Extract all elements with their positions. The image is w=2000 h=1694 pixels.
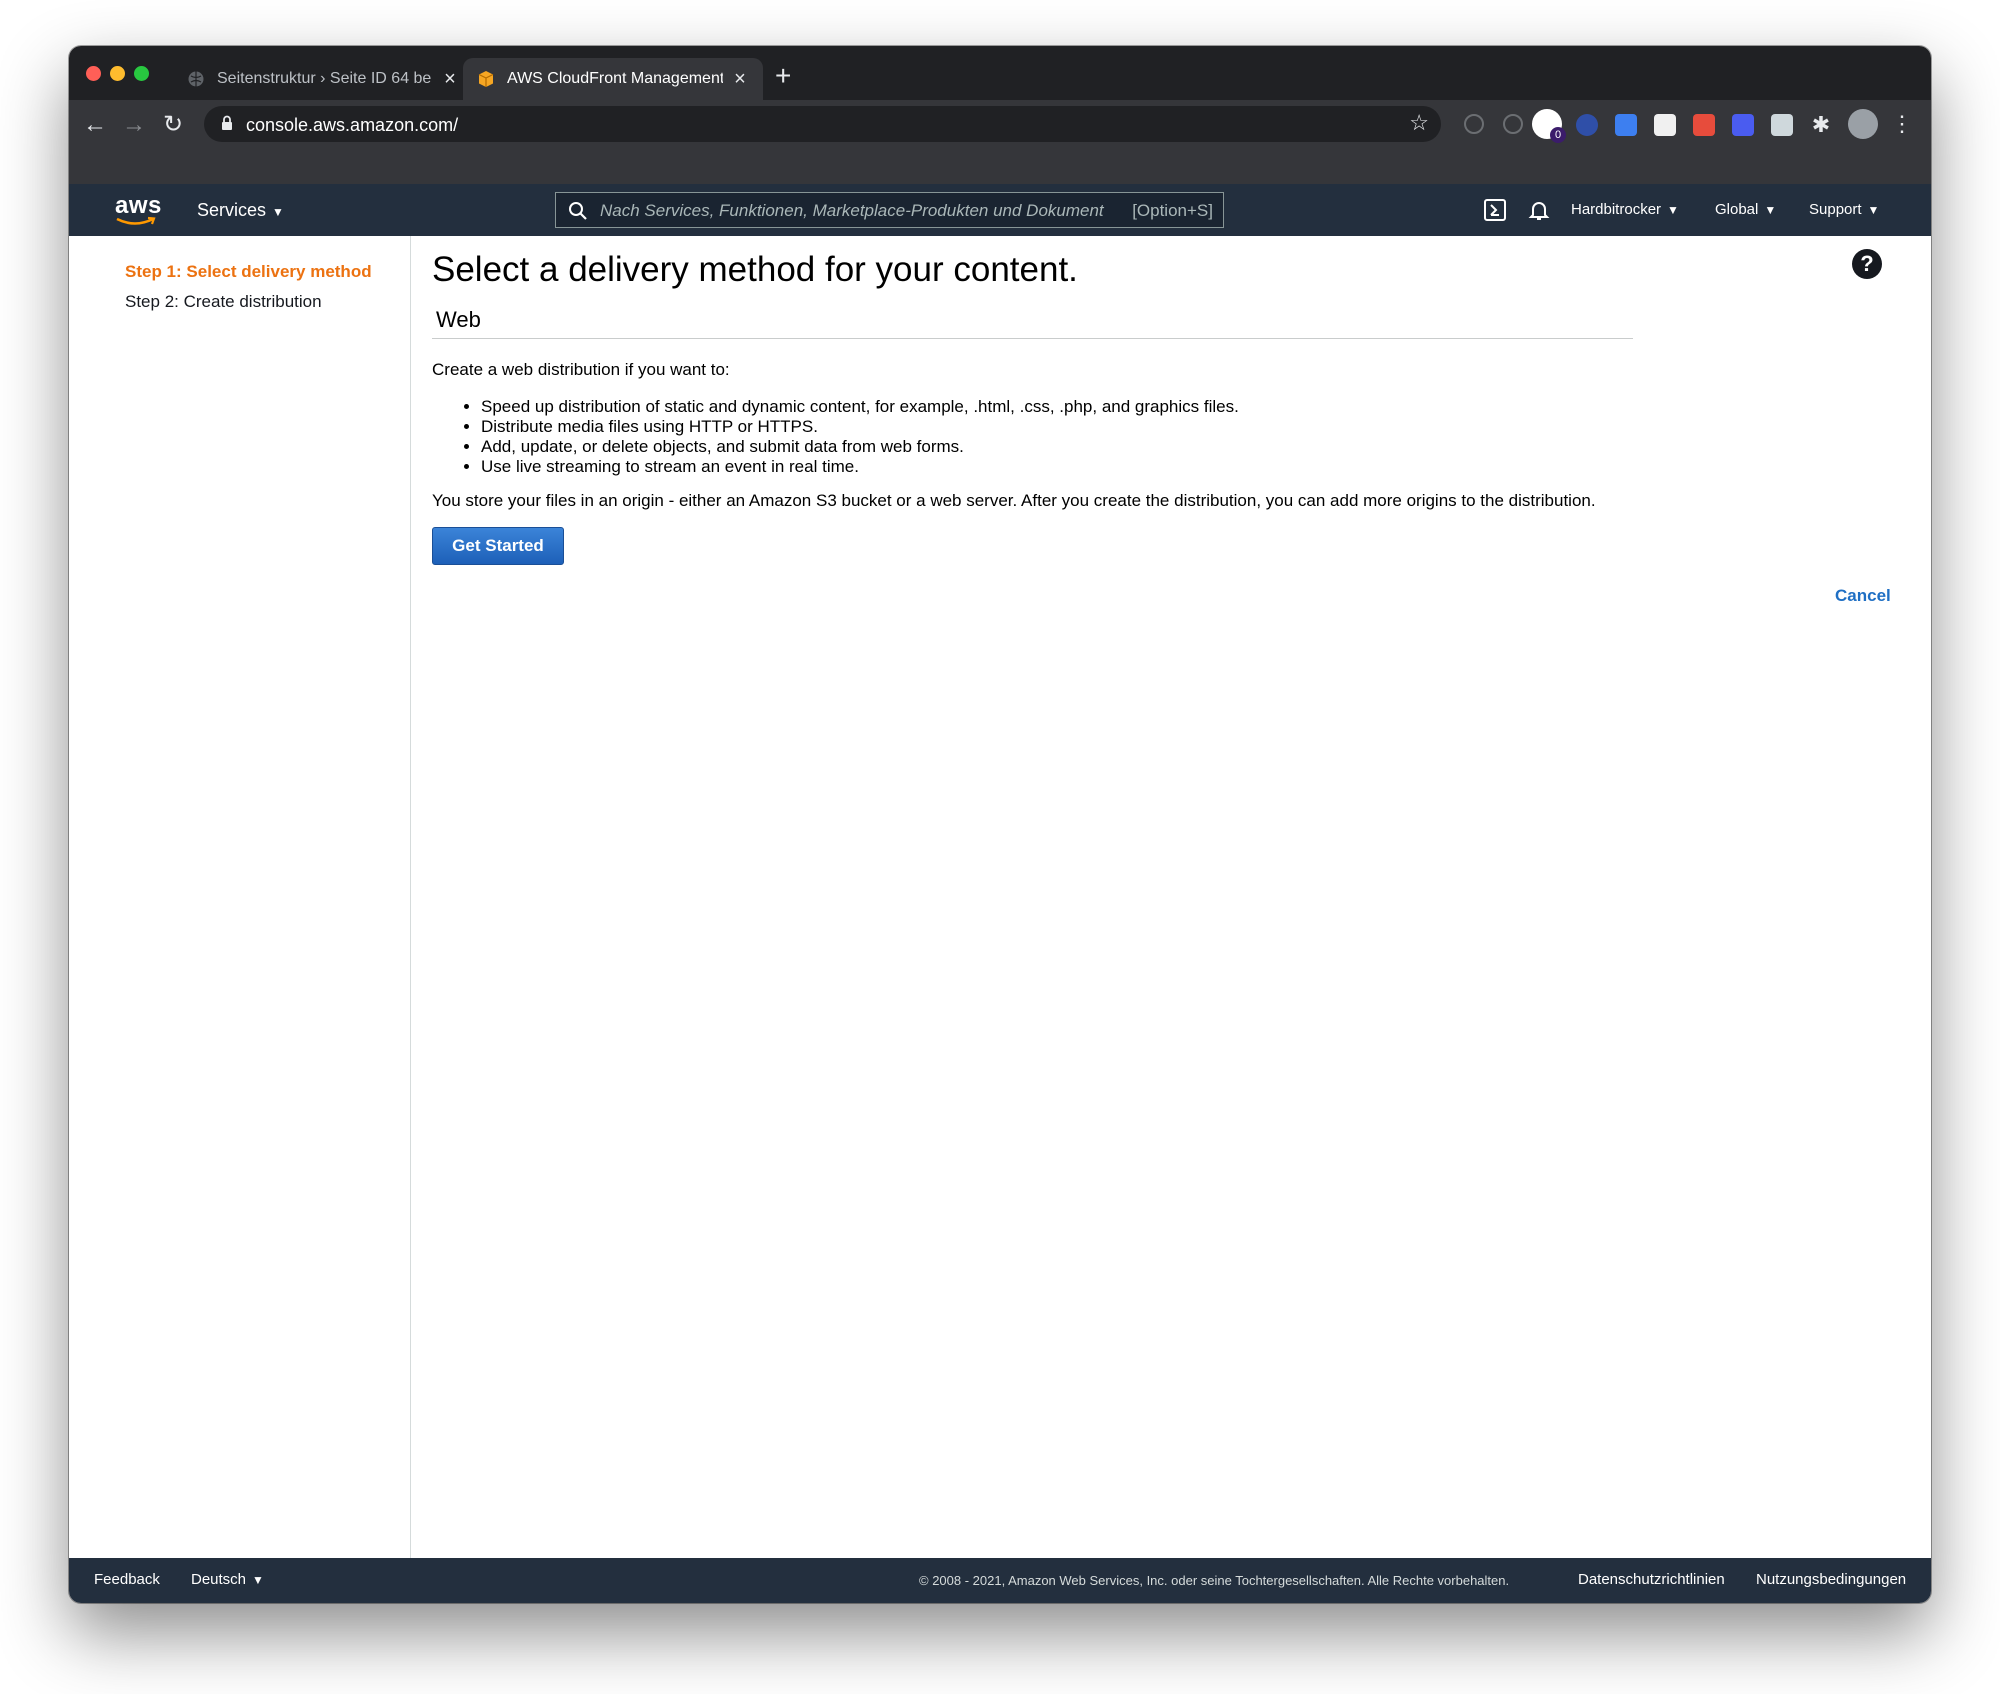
support-label: Support xyxy=(1809,201,1862,218)
svg-text:?: ? xyxy=(1860,251,1873,276)
extension-lighthouse-icon[interactable] xyxy=(1693,114,1715,136)
support-menu[interactable]: Support ▼ xyxy=(1809,201,1879,218)
wizard-step-1[interactable]: Step 1: Select delivery method xyxy=(125,262,372,282)
wizard-step-2[interactable]: Step 2: Create distribution xyxy=(125,292,322,312)
account-label: Hardbitrocker xyxy=(1571,201,1662,218)
window-close-button[interactable] xyxy=(86,66,101,81)
back-arrow-icon[interactable]: ← xyxy=(80,110,110,140)
url-text: console.aws.amazon.com/ xyxy=(246,115,459,135)
bookmarks-bar xyxy=(69,150,1931,188)
caret-down-icon: ▼ xyxy=(272,205,284,219)
bookmark-star-icon[interactable]: ☆ xyxy=(1409,110,1429,136)
help-icon[interactable]: ? xyxy=(1851,248,1883,280)
forward-arrow-icon[interactable]: → xyxy=(119,110,149,140)
search-placeholder: Nach Services, Funktionen, Marketplace-P… xyxy=(600,201,1104,220)
search-shortcut-hint: [Option+S] xyxy=(1132,201,1213,220)
extension-calendar-icon[interactable] xyxy=(1615,114,1637,136)
feedback-link[interactable]: Feedback xyxy=(94,1571,160,1588)
caret-down-icon: ▼ xyxy=(1867,203,1880,217)
copyright-text: © 2008 - 2021, Amazon Web Services, Inc.… xyxy=(919,1573,1510,1588)
aws-footer: Feedback Deutsch ▼ © 2008 - 2021, Amazon … xyxy=(69,1558,1931,1603)
aws-cube-icon xyxy=(477,70,495,88)
tab-close-icon[interactable]: × xyxy=(731,69,749,89)
main-content: Select a delivery method for your conten… xyxy=(411,236,1931,1558)
extension-recycle-icon[interactable] xyxy=(1464,114,1484,134)
reload-icon[interactable]: ↻ xyxy=(158,110,188,140)
list-item: Add, update, or delete objects, and subm… xyxy=(481,437,1239,457)
services-menu[interactable]: Services ▼ xyxy=(197,200,284,221)
caret-down-icon: ▼ xyxy=(252,1573,264,1587)
notifications-bell-icon[interactable] xyxy=(1527,198,1551,222)
browser-toolbar: ← → ↻ console.aws.amazon.com/ ☆ 0 ✱ ⋮ xyxy=(69,100,1931,150)
window-minimize-button[interactable] xyxy=(110,66,125,81)
extension-badge-count: 0 xyxy=(1550,127,1566,143)
globe-icon xyxy=(187,70,205,88)
page-title: Select a delivery method for your conten… xyxy=(432,250,1078,289)
profile-avatar[interactable] xyxy=(1848,109,1878,139)
extension-globe-icon[interactable] xyxy=(1576,114,1598,136)
account-menu[interactable]: Hardbitrocker ▼ xyxy=(1571,201,1679,218)
wizard-sidebar: Step 1: Select delivery method Step 2: C… xyxy=(69,236,411,1558)
extension-info-icon[interactable] xyxy=(1503,114,1523,134)
caret-down-icon: ▼ xyxy=(1667,203,1679,217)
get-started-button[interactable]: Get Started xyxy=(432,527,564,565)
browser-window: Seitenstruktur › Seite ID 64 be × AWS Cl… xyxy=(69,46,1931,1603)
intro-text: Create a web distribution if you want to… xyxy=(432,360,730,379)
extension-link-icon[interactable] xyxy=(1732,114,1754,136)
tab-strip: Seitenstruktur › Seite ID 64 be × AWS Cl… xyxy=(69,46,1931,100)
caret-down-icon: ▼ xyxy=(1764,203,1777,217)
terms-link[interactable]: Nutzungsbedingungen xyxy=(1756,1571,1906,1588)
origin-description: You store your files in an origin - eith… xyxy=(432,491,1596,510)
list-item: Use live streaming to stream an event in… xyxy=(481,457,1239,477)
language-selector[interactable]: Deutsch ▼ xyxy=(191,1571,264,1588)
aws-logo[interactable]: aws xyxy=(113,192,161,228)
extensions-puzzle-icon[interactable]: ✱ xyxy=(1810,114,1832,136)
aws-smile-icon xyxy=(116,216,156,225)
search-input[interactable]: Nach Services, Funktionen, Marketplace-P… xyxy=(555,192,1224,228)
new-tab-icon[interactable]: + xyxy=(775,60,791,92)
search-icon xyxy=(568,201,588,226)
browser-tab-inactive[interactable]: Seitenstruktur › Seite ID 64 be × xyxy=(173,58,473,100)
cancel-link[interactable]: Cancel xyxy=(1835,586,1891,606)
window-maximize-button[interactable] xyxy=(134,66,149,81)
tab-title: Seitenstruktur › Seite ID 64 be xyxy=(217,70,432,87)
feature-list: Speed up distribution of static and dyna… xyxy=(481,397,1239,477)
privacy-link[interactable]: Datenschutzrichtlinien xyxy=(1578,1571,1725,1588)
address-bar[interactable]: console.aws.amazon.com/ ☆ xyxy=(204,106,1441,142)
list-item: Speed up distribution of static and dyna… xyxy=(481,397,1239,417)
aws-navbar: aws Services ▼ Nach Services, Funktionen,… xyxy=(69,184,1931,236)
section-divider xyxy=(432,338,1633,339)
language-label: Deutsch xyxy=(191,1571,247,1588)
section-title-web: Web xyxy=(436,307,481,332)
browser-menu-icon[interactable]: ⋮ xyxy=(1891,112,1913,136)
services-label: Services xyxy=(197,200,267,220)
browser-tab-active[interactable]: AWS CloudFront Management × xyxy=(463,58,763,100)
tab-title: AWS CloudFront Management xyxy=(507,70,723,87)
extension-stamp-icon[interactable] xyxy=(1654,114,1676,136)
extension-badge-icon[interactable]: 0 xyxy=(1532,109,1566,143)
region-label: Global xyxy=(1715,201,1759,218)
list-item: Distribute media files using HTTP or HTT… xyxy=(481,417,1239,437)
tab-close-icon[interactable]: × xyxy=(441,69,459,89)
lock-icon xyxy=(220,115,234,136)
cloudshell-icon[interactable] xyxy=(1483,198,1507,222)
region-menu[interactable]: Global ▼ xyxy=(1715,201,1776,218)
extension-notes-icon[interactable] xyxy=(1771,114,1793,136)
